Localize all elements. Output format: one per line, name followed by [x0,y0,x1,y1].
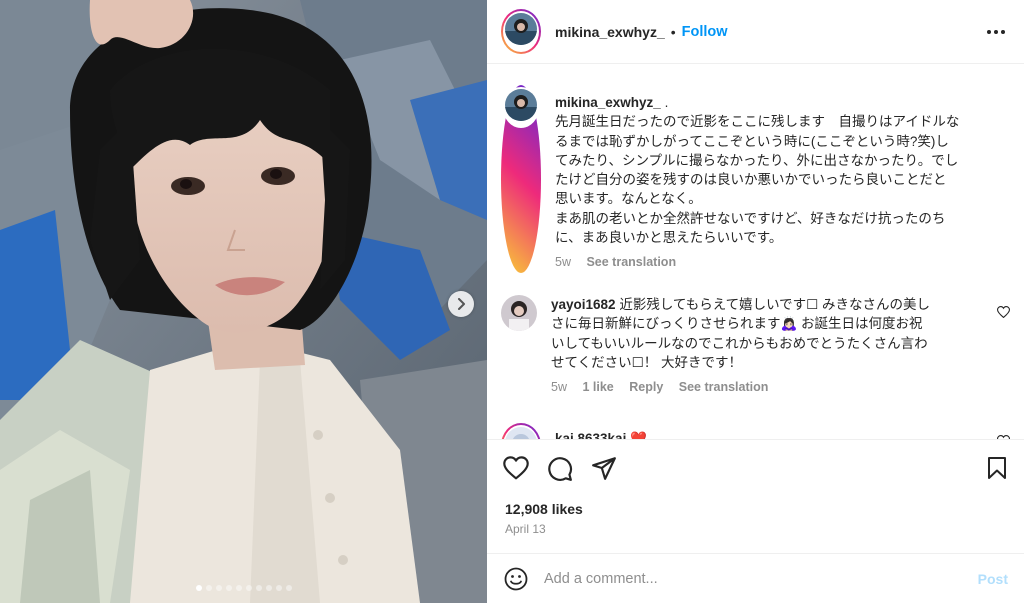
carousel-dot [195,585,202,591]
bookmark-icon[interactable] [986,456,1008,480]
post-actions: 12,908 likes April 13 [487,439,1024,553]
caption-see-translation[interactable]: See translation [586,255,676,269]
add-comment-bar: Add a comment... Post [487,553,1024,603]
carousel-dot [255,585,262,591]
caption-username[interactable]: mikina_exwhyz_ [555,95,661,110]
carousel-dot [215,585,222,591]
post-date: April 13 [505,522,546,536]
selfie-image [0,0,487,603]
comment-input[interactable]: Add a comment... [544,571,964,587]
carousel-dot [275,585,282,591]
carousel-dot [205,585,212,591]
carousel-dot [285,585,292,591]
share-icon[interactable] [591,456,617,480]
caption-line: 先月誕生日だったので近影をここに残します 自撮りはアイドルな [555,114,960,130]
post-photo[interactable] [0,0,487,603]
comment-reply-button[interactable]: Reply [629,380,663,394]
post-header: mikina_exwhyz_ • Follow [487,0,1024,64]
comment-item: yayoi1682 近影残してもらえて嬉しいです☐ みきなさんの美し さに毎日新… [501,295,976,397]
comment-emoji: ❤️ [630,431,647,439]
carousel-dot [225,585,232,591]
header-separator: • [670,23,676,40]
commenter-username[interactable]: yayoi1682 [551,297,616,312]
post-comment-button[interactable]: Post [978,571,1008,587]
follow-button[interactable]: Follow [682,24,728,40]
comment-line: 近影残してもらえて嬉しいです☐ みきなさんの美し [619,297,931,312]
caption-line: るまでは恥ずかしがってここぞという時に(ここぞという時?笑)し [555,133,949,149]
caption-meta: 5w See translation [555,253,1005,272]
comment-like-heart-icon[interactable] [997,306,1010,318]
heart-icon[interactable] [503,456,529,480]
commenter-avatar[interactable] [501,423,541,439]
caption-line: たけど自分の姿を残すのは良いか悪いかでいったら良いことだと [555,172,947,188]
carousel-dots [0,585,487,591]
comments-scroll-area[interactable]: mikina_exwhyz_ . 先月誕生日だったので近影をここに残します 自撮… [487,65,1024,439]
comment-meta: 5w 1 like Reply See translation [551,378,976,397]
caption-dot: . [664,95,669,110]
post-side-panel: mikina_exwhyz_ • Follow mikina_exwhyz_ .… [487,0,1024,603]
caption-time[interactable]: 5w [555,255,571,269]
caption-line: 思います。なんとなく。 [555,191,702,207]
carousel-next-button[interactable] [448,291,474,317]
commenter-username[interactable]: kai.8633kai [555,431,626,439]
avatar-image [505,89,537,121]
emoji-icon[interactable] [504,567,528,591]
commenter-avatar[interactable] [501,295,537,331]
chevron-right-icon [458,298,465,310]
comment-item: kai.8633kai ❤️ [501,423,1005,439]
comment-line: せてください☐！ 大好きです！ [551,354,742,370]
caption-line: まあ肌の老いとか全然許せないですけど、好きなだけ抗ったのち [555,210,946,226]
avatar-image [505,427,537,439]
caption-avatar[interactable] [501,85,541,273]
comment-time[interactable]: 5w [551,380,567,394]
caption: mikina_exwhyz_ . 先月誕生日だったので近影をここに残します 自撮… [501,85,1005,273]
avatar-image [505,13,537,45]
comment-see-translation[interactable]: See translation [679,380,769,394]
comment-icon[interactable] [547,456,573,482]
author-username[interactable]: mikina_exwhyz_ [555,24,665,40]
likes-count[interactable]: 12,908 likes [505,501,583,517]
comment-likes[interactable]: 1 like [582,380,613,394]
more-options-icon[interactable] [986,22,1006,42]
comment-line: さに毎日新鮮にびっくりさせられます🙇🏻‍♀️ お誕生日は何度お祝 [551,316,923,332]
carousel-dot [245,585,252,591]
carousel-dot [235,585,242,591]
caption-line: に、まあ良いかと思えたらいいです。 [555,230,783,246]
comment-line: いしてもいいルールなのでこれからもおめでとうたくさん言わ [551,335,928,351]
author-avatar[interactable] [501,9,541,54]
caption-line: てみたり、シンプルに撮らなかったり、外に出さなかったり。でし [555,152,959,168]
carousel-dot [265,585,272,591]
